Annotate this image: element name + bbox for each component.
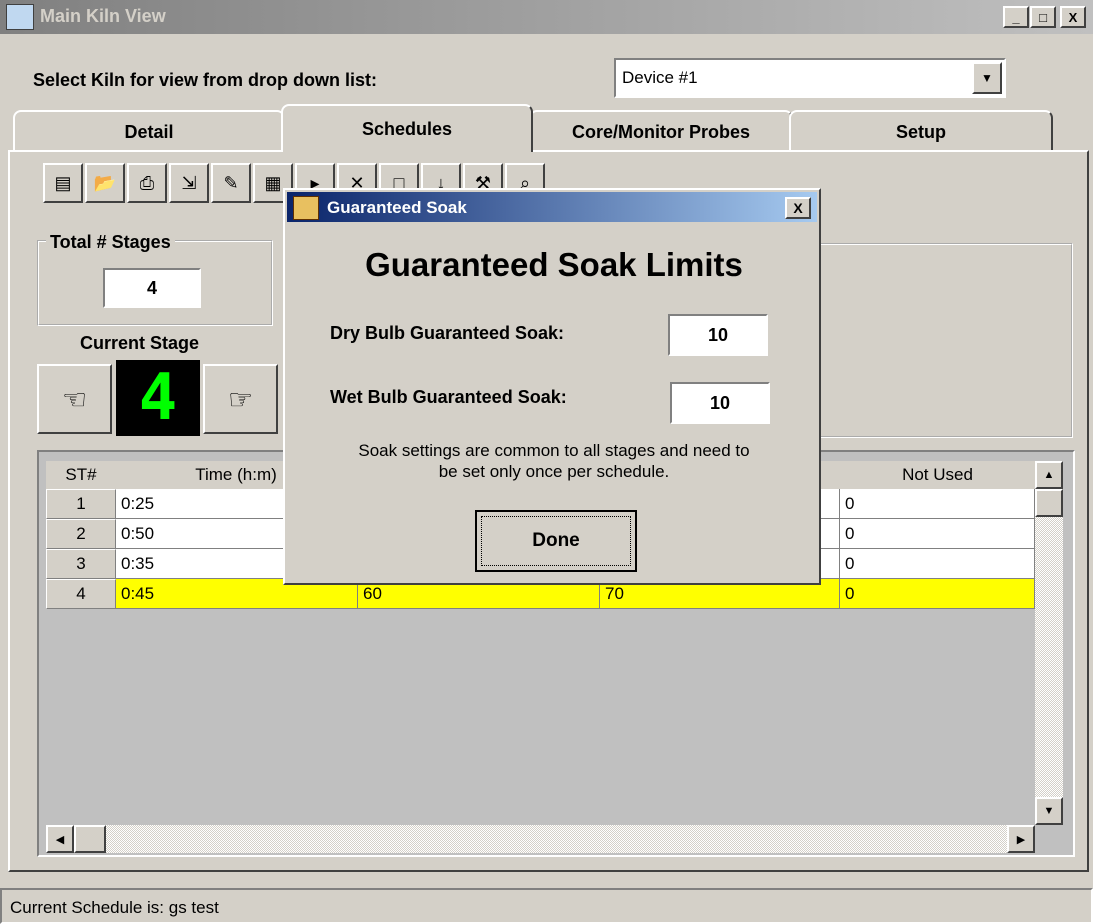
horizontal-scroll-thumb[interactable]	[74, 825, 106, 853]
next-stage-button[interactable]: ☞	[203, 364, 278, 434]
dialog-title-bar[interactable]: Guaranteed Soak X	[287, 192, 817, 222]
device-dropdown-value: Device #1	[622, 68, 698, 87]
app-icon	[6, 4, 34, 30]
status-bar: Current Schedule is: gs test	[0, 888, 1093, 924]
dialog-note-line-2: be set only once per schedule.	[438, 462, 670, 481]
vertical-scroll-thumb[interactable]	[1035, 489, 1063, 517]
done-button[interactable]: Done	[475, 510, 637, 572]
device-select-label: Select Kiln for view from drop down list…	[33, 70, 378, 90]
dialog-title: Guaranteed Soak	[327, 198, 467, 217]
window-title: Main Kiln View	[40, 6, 166, 26]
wet-bulb-label: Wet Bulb Guaranteed Soak:	[330, 387, 567, 407]
cell-not-used[interactable]: 0	[840, 519, 1035, 549]
scroll-left-icon[interactable]: ◀	[46, 825, 74, 853]
current-stage-display: 4	[116, 360, 200, 436]
tab-core-monitor-probes[interactable]: Core/Monitor Probes	[529, 110, 793, 152]
print-icon[interactable]: ⎙	[127, 163, 167, 203]
minimize-button[interactable]: _	[1003, 6, 1029, 28]
scroll-right-icon[interactable]: ▶	[1007, 825, 1035, 853]
scroll-down-icon[interactable]: ▼	[1035, 797, 1063, 825]
scroll-up-icon[interactable]: ▲	[1035, 461, 1063, 489]
maximize-button[interactable]: □	[1030, 6, 1056, 28]
total-stages-field[interactable]: 4	[103, 268, 201, 308]
done-button-label: Done	[481, 516, 631, 566]
device-dropdown[interactable]: Device #1 ▼	[614, 58, 1006, 98]
tab-schedules[interactable]: Schedules	[281, 104, 533, 152]
schedule-icon[interactable]: ▤	[43, 163, 83, 203]
close-button[interactable]: X	[1060, 6, 1086, 28]
pointing-right-icon: ☞	[227, 383, 254, 415]
pointing-left-icon: ☜	[61, 383, 88, 415]
dry-bulb-soak-input[interactable]: 10	[668, 314, 768, 356]
cell-not-used[interactable]: 0	[840, 489, 1035, 519]
column-header-st[interactable]: ST#	[46, 461, 116, 489]
status-text: Current Schedule is: gs test	[10, 898, 219, 917]
title-bar[interactable]: Main Kiln View _ □ X	[0, 0, 1093, 34]
dialog-note-line-1: Soak settings are common to all stages a…	[358, 441, 750, 460]
dialog-note: Soak settings are common to all stages a…	[285, 440, 823, 482]
cell-st[interactable]: 4	[46, 579, 116, 609]
cell-not-used[interactable]: 0	[840, 579, 1035, 609]
vertical-scrollbar[interactable]: ▲ ▼	[1035, 461, 1063, 825]
edit-icon[interactable]: ✎	[211, 163, 251, 203]
guaranteed-soak-dialog: Guaranteed Soak X Guaranteed Soak Limits…	[283, 188, 821, 585]
dialog-close-button[interactable]: X	[785, 197, 811, 219]
cell-st[interactable]: 1	[46, 489, 116, 519]
cell-st[interactable]: 2	[46, 519, 116, 549]
cell-st[interactable]: 3	[46, 549, 116, 579]
tab-setup[interactable]: Setup	[789, 110, 1053, 152]
previous-stage-button[interactable]: ☜	[37, 364, 112, 434]
export-icon[interactable]: ⇲	[169, 163, 209, 203]
column-header-not-used[interactable]: Not Used	[840, 461, 1035, 489]
cell-not-used[interactable]: 0	[840, 549, 1035, 579]
dialog-heading: Guaranteed Soak Limits	[365, 246, 743, 283]
dry-bulb-label: Dry Bulb Guaranteed Soak:	[330, 323, 565, 343]
total-stages-label: Total # Stages	[46, 232, 175, 253]
tab-detail[interactable]: Detail	[13, 110, 285, 152]
open-folder-icon[interactable]: 📂	[85, 163, 125, 203]
current-stage-label: Current Stage	[80, 333, 200, 353]
chevron-down-icon[interactable]: ▼	[972, 62, 1002, 94]
wet-bulb-soak-input[interactable]: 10	[670, 382, 770, 424]
dialog-app-icon	[293, 196, 319, 220]
horizontal-scrollbar[interactable]: ◀ ▶	[46, 825, 1035, 853]
